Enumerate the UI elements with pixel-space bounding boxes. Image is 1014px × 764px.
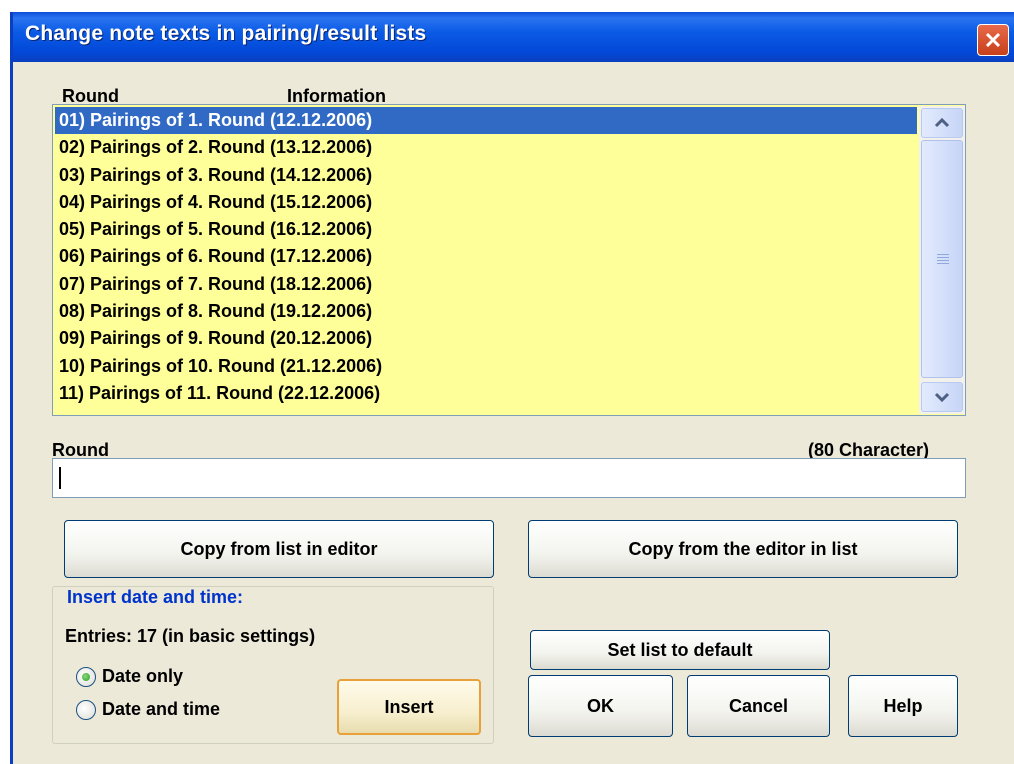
insert-date-title: Insert date and time: (67, 587, 244, 607)
rounds-listbox[interactable]: 01) Pairings of 1. Round (12.12.2006) 02… (52, 104, 966, 416)
list-item[interactable]: 07) Pairings of 7. Round (18.12.2006) (55, 271, 917, 298)
ok-button[interactable]: OK (528, 675, 673, 737)
dialog-title: Change note texts in pairing/result list… (25, 22, 427, 45)
round-text-input[interactable] (52, 458, 966, 498)
list-item[interactable]: 03) Pairings of 3. Round (14.12.2006) (55, 162, 917, 189)
set-default-button[interactable]: Set list to default (530, 630, 830, 670)
list-item[interactable]: 04) Pairings of 4. Round (15.12.2006) (55, 189, 917, 216)
list-item[interactable]: 05) Pairings of 5. Round (16.12.2006) (55, 216, 917, 243)
list-item[interactable]: 08) Pairings of 8. Round (19.12.2006) (55, 298, 917, 325)
radio-date-only-label: Date only (102, 666, 184, 686)
list-item[interactable]: 09) Pairings of 9. Round (20.12.2006) (55, 325, 917, 352)
title-bar[interactable]: Change note texts in pairing/result list… (13, 12, 1014, 62)
list-item[interactable]: 01) Pairings of 1. Round (12.12.2006) (55, 107, 917, 135)
copy-editor-to-list-button[interactable]: Copy from the editor in list (528, 520, 958, 578)
text-caret (59, 467, 61, 489)
list-item[interactable]: 02) Pairings of 2. Round (13.12.2006) (55, 134, 917, 161)
list-item[interactable]: 10) Pairings of 10. Round (21.12.2006) (55, 353, 917, 380)
scroll-down-button[interactable] (921, 382, 963, 412)
help-button[interactable]: Help (848, 675, 958, 737)
radio-date-and-time-label: Date and time (102, 699, 221, 719)
radio-checked-icon[interactable] (76, 666, 96, 687)
scroll-thumb[interactable] (921, 140, 963, 378)
list-item[interactable]: 06) Pairings of 6. Round (17.12.2006) (55, 243, 917, 270)
list-scrollbar[interactable] (919, 106, 965, 414)
radio-date-and-time[interactable]: Date and time (76, 699, 220, 720)
radio-date-only[interactable]: Date only (76, 666, 183, 687)
radio-unchecked-icon[interactable] (76, 699, 96, 720)
copy-list-to-editor-button[interactable]: Copy from list in editor (64, 520, 494, 578)
chevron-up-icon (934, 117, 950, 128)
cancel-button[interactable]: Cancel (687, 675, 830, 737)
grip-icon (937, 254, 949, 266)
entries-info: Entries: 17 (in basic settings) (65, 626, 316, 646)
close-icon (985, 32, 1001, 48)
chevron-down-icon (934, 392, 950, 403)
close-button[interactable] (977, 24, 1009, 56)
list-item[interactable]: 11) Pairings of 11. Round (22.12.2006) (55, 380, 917, 407)
scroll-up-button[interactable] (921, 108, 963, 138)
insert-button[interactable]: Insert (337, 679, 481, 735)
